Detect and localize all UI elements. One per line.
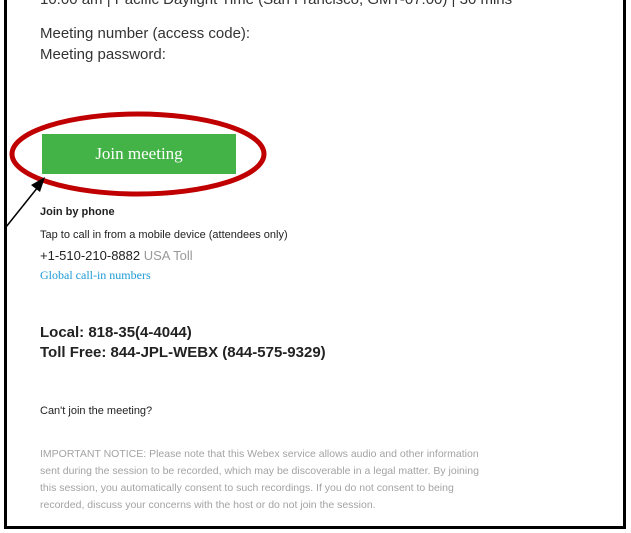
- notice-line: recorded, discuss your concerns with the…: [40, 499, 376, 511]
- phone-number[interactable]: +1-510-210-8882: [40, 248, 140, 263]
- meeting-password-label: Meeting password:: [40, 46, 166, 63]
- email-frame: 10:00 am | Pacific Daylight Time (San Fr…: [4, 0, 626, 529]
- local-number-line: Local: 818-35(4-4044): [40, 324, 192, 341]
- notice-line: IMPORTANT NOTICE: Please note that this …: [40, 448, 479, 460]
- notice-line: sent during the session to be recorded, …: [40, 465, 479, 477]
- meeting-time-line: 10:00 am | Pacific Daylight Time (San Fr…: [40, 0, 512, 8]
- join-meeting-button[interactable]: Join meeting: [42, 134, 236, 174]
- notice-line: this session, you automatically consent …: [40, 482, 454, 494]
- meeting-invite-email: 10:00 am | Pacific Daylight Time (San Fr…: [7, 0, 623, 526]
- tap-to-call-text: Tap to call in from a mobile device (att…: [40, 229, 288, 241]
- toll-free-line: Toll Free: 844-JPL-WEBX (844-575-9329): [40, 344, 326, 361]
- meeting-number-label: Meeting number (access code):: [40, 25, 251, 42]
- cant-join-link[interactable]: Can't join the meeting?: [40, 405, 152, 417]
- important-notice: IMPORTANT NOTICE: Please note that this …: [40, 446, 600, 514]
- phone-number-suffix: USA Toll: [143, 248, 193, 263]
- join-by-phone-heading: Join by phone: [40, 206, 115, 218]
- global-call-in-link[interactable]: Global call-in numbers: [40, 268, 151, 283]
- phone-number-line: +1-510-210-8882 USA Toll: [40, 248, 193, 263]
